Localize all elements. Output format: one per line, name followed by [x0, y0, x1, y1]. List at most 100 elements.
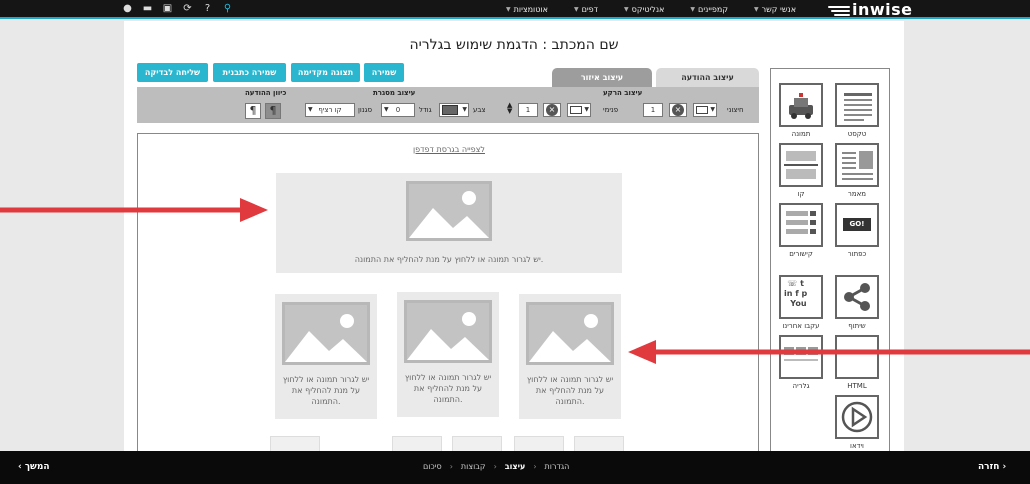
widget-links[interactable]: קישורים — [779, 203, 823, 258]
size-label: גודל — [419, 106, 432, 114]
border-style-select[interactable]: קו רציף ▼ — [305, 103, 355, 117]
nav-campaigns[interactable]: קמפיינים ▼ — [664, 0, 728, 19]
step-groups[interactable]: קבוצות — [461, 462, 486, 471]
next-button[interactable]: ‹ המשך — [18, 462, 50, 472]
widget-label: קו — [797, 190, 805, 198]
widget-video[interactable]: וידאו — [835, 395, 879, 450]
tab-message-design[interactable]: עיצוב ההודעה — [656, 68, 759, 87]
chevron-down-icon: ▼ — [573, 5, 579, 13]
border-color-picker[interactable]: ▼ — [439, 103, 469, 117]
outer-clear-button[interactable]: × — [669, 103, 687, 117]
video-icon — [835, 395, 879, 439]
preview-button[interactable]: תצוגה מקדימה — [291, 63, 360, 82]
widget-label: HTML — [847, 382, 867, 390]
nav-label: אנליטיקס — [631, 4, 665, 14]
editor-panel: שם המכתב : הדגמת שימוש בגלריה שליחה לבדי… — [124, 21, 904, 466]
style-value: קו רציף — [318, 106, 342, 114]
background-design-label: עיצוב הרקע — [603, 89, 643, 97]
design-toolbar: עיצוב הרקע חיצוני ▼ × 1 פנימי ▼ × 1 ▲ ▼ ע… — [137, 87, 759, 123]
search-icon[interactable]: ⚲ — [222, 3, 233, 14]
close-icon: × — [672, 104, 684, 116]
top-icons: ● ▬ ▣ ⟳ ? ⚲ — [122, 3, 233, 14]
image-caption: יש לגרור תמונה או ללחוץ על מנת להחליף את… — [354, 255, 544, 264]
color-label: צבע — [473, 106, 486, 114]
help-icon[interactable]: ? — [202, 3, 213, 14]
message-canvas[interactable]: לצפייה בגרסת דפדפן יש לגרור תמונה או ללח… — [137, 133, 760, 466]
back-button[interactable]: חזרה › — [978, 462, 1006, 472]
inner-color-picker[interactable]: ▼ — [567, 103, 591, 117]
step-settings[interactable]: הגדרות — [545, 462, 570, 471]
widget-label: קישורים — [789, 250, 813, 258]
widget-label: טקסט — [847, 130, 867, 138]
image-placeholder-icon — [282, 302, 370, 365]
save-button[interactable]: שמירה — [364, 63, 404, 82]
nav-label: דפים — [581, 4, 599, 14]
refresh-icon[interactable]: ⟳ — [182, 3, 193, 14]
user-icon[interactable]: ● — [122, 3, 133, 14]
step-design[interactable]: עיצוב — [505, 462, 526, 471]
nav-contacts[interactable]: אנשי קשר ▼ — [728, 0, 796, 19]
widget-share[interactable]: שיתוף — [835, 275, 879, 330]
chevron-right-icon: › — [1002, 462, 1007, 472]
inner-label: פנימי — [603, 106, 619, 114]
nav-automations[interactable]: אוטומציות ▼ — [480, 0, 548, 19]
logo[interactable]: inwise — [828, 0, 913, 19]
inner-width-input[interactable]: 1 — [518, 103, 538, 117]
gallery-image-3[interactable]: יש לגרור תמונה או ללחוץ על מנת להחליף את… — [275, 294, 377, 419]
step-separator: ‹ — [449, 462, 453, 471]
nav-analytics[interactable]: אנליטיקס ▼ — [598, 0, 664, 19]
logo-text: inwise — [852, 0, 913, 19]
page-title: שם המכתב : הדגמת שימוש בגלריה — [409, 37, 619, 53]
chevron-down-icon: ▼ — [506, 5, 511, 13]
ltr-direction-icon[interactable]: ¶ — [245, 103, 261, 119]
save-template-button[interactable]: שמירה כתבנית — [213, 63, 286, 82]
nav-label: קמפיינים — [698, 4, 728, 14]
widget-label: וידאו — [850, 442, 864, 450]
widget-label: תמונה — [791, 130, 811, 138]
image-icon[interactable]: ▣ — [162, 3, 173, 14]
widget-label: עקבו אחרינו — [782, 322, 820, 330]
color-swatch — [696, 106, 708, 114]
widget-text[interactable]: טקסט — [835, 83, 879, 138]
logo-icon — [828, 3, 850, 17]
border-size-select[interactable]: 0 ▼ — [381, 103, 415, 117]
spinner-icon[interactable]: ▲ ▼ — [507, 102, 512, 115]
nav-label: אוטומציות — [513, 4, 548, 14]
gallery-image-2[interactable]: יש לגרור תמונה או ללחוץ על מנת להחליף את… — [397, 292, 499, 417]
widget-label: שיתוף — [848, 322, 866, 330]
image-block-main[interactable]: יש לגרור תמונה או ללחוץ על מנת להחליף את… — [276, 173, 622, 273]
nav-label: אנשי קשר — [761, 4, 797, 14]
message-icon[interactable]: ▬ — [142, 3, 153, 14]
next-label: המשך — [24, 462, 50, 472]
chevron-down-icon: ▼ — [710, 106, 715, 113]
outer-width-input[interactable]: 1 — [643, 103, 663, 117]
color-swatch — [570, 106, 582, 114]
top-bar: ● ▬ ▣ ⟳ ? ⚲ אנשי קשר ▼ קמפיינים ▼ אנליטיקס… — [0, 0, 1030, 19]
outer-color-picker[interactable]: ▼ — [693, 103, 717, 117]
close-icon: × — [546, 104, 558, 116]
step-summary[interactable]: סיכום — [423, 462, 442, 471]
rtl-direction-icon[interactable]: ¶ — [265, 103, 281, 119]
chevron-down-icon: ▼ — [690, 5, 696, 13]
widget-button[interactable]: GO! כפתור — [835, 203, 879, 258]
widget-label: גלריה — [792, 382, 810, 390]
chevron-down-icon: ▼ — [624, 5, 629, 13]
button-icon-text: GO! — [843, 218, 871, 231]
tab-area-design[interactable]: עיצוב איזור — [552, 68, 652, 87]
send-test-button[interactable]: שליחה לבדיקה — [137, 63, 208, 82]
size-value: 0 — [395, 106, 401, 114]
widget-image[interactable]: תמונה — [779, 83, 823, 138]
inner-clear-button[interactable]: × — [543, 103, 561, 117]
widget-line[interactable]: קו — [779, 143, 823, 198]
direction-label: כיוון ההודעה — [245, 89, 287, 97]
widget-article[interactable]: מאמר — [835, 143, 879, 198]
browser-version-link[interactable]: לצפייה בגרסת דפדפן — [138, 145, 760, 154]
step-separator: ‹ — [493, 462, 497, 471]
image-caption: יש לגרור תמונה או ללחוץ על מנת להחליף את… — [526, 375, 614, 406]
outer-label: חיצוני — [727, 106, 744, 114]
gallery-image-1[interactable]: יש לגרור תמונה או ללחוץ על מנת להחליף את… — [519, 294, 621, 419]
nav-pages[interactable]: דפים ▼ — [548, 0, 598, 19]
links-icon — [779, 203, 823, 247]
widget-follow-us[interactable]: ☏ t in f p You עקבו אחרינו — [779, 275, 823, 330]
bottom-bar: ‹ המשך הגדרות ‹ עיצוב ‹ קבוצות ‹ סיכום ח… — [0, 451, 1030, 484]
